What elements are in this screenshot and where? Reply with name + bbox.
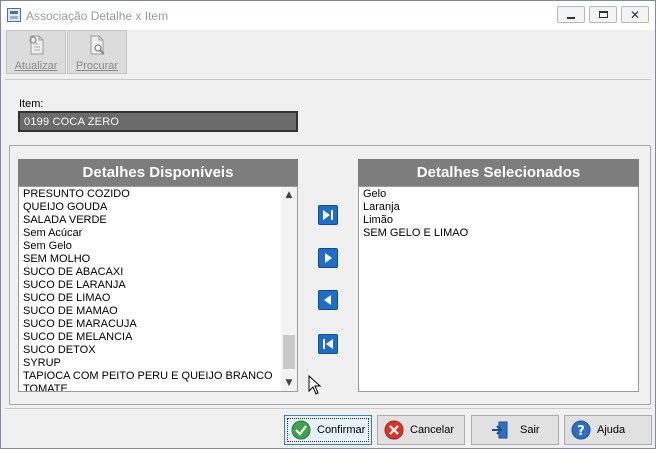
cancelar-label: Cancelar [410, 424, 455, 436]
mouse-cursor-icon [308, 375, 322, 395]
toolbar-divider [5, 79, 651, 80]
list-item[interactable]: SYRUP [23, 357, 273, 370]
selected-details-header: Detalhes Selecionados [358, 159, 639, 186]
svg-text:?: ? [577, 424, 585, 439]
sair-label: Sair [520, 424, 540, 436]
skip-back-icon [323, 339, 333, 349]
cancelar-button[interactable]: Cancelar [377, 415, 465, 445]
scroll-up-icon[interactable]: ▲ [281, 187, 297, 203]
list-item[interactable]: PRESUNTO COZIDO [23, 188, 273, 201]
list-item[interactable]: TAPIOCA COM PEITO PERU E QUEIJO BRANCO [23, 370, 273, 383]
item-field[interactable]: 0199 COCA ZERO [18, 111, 298, 132]
procurar-button[interactable]: Procurar [67, 30, 127, 74]
list-item[interactable]: Limão [363, 214, 468, 227]
exit-door-icon [492, 421, 508, 439]
selected-details-list[interactable]: Gelo Laranja Limão SEM GELO E LIMAO [358, 186, 639, 392]
list-item[interactable]: Sem Gelo [23, 240, 273, 253]
move-left-button[interactable] [318, 290, 338, 310]
list-item[interactable]: SEM MOLHO [23, 253, 273, 266]
scroll-thumb[interactable] [283, 335, 295, 369]
button-bar: Confirmar Cancelar Sair ? Ajuda [1, 410, 655, 448]
close-button[interactable]: ✕ [621, 6, 649, 23]
atualizar-button[interactable]: Atualizar [6, 30, 66, 74]
minimize-icon [567, 16, 575, 19]
list-item[interactable]: SUCO DE LIMAO [23, 292, 273, 305]
play-right-icon [325, 253, 332, 263]
ajuda-button[interactable]: ? Ajuda [564, 415, 652, 445]
list-item[interactable]: Sem Acúcar [23, 227, 273, 240]
confirmar-button[interactable]: Confirmar [284, 415, 372, 445]
available-items: PRESUNTO COZIDO QUEIJO GOUDA SALADA VERDE S… [23, 188, 273, 391]
list-item[interactable]: SALADA VERDE [23, 214, 273, 227]
list-item[interactable]: SEM GELO E LIMAO [363, 227, 468, 240]
move-all-right-button[interactable] [318, 205, 338, 225]
list-item[interactable]: SUCO DE MELANCIA [23, 331, 273, 344]
move-right-button[interactable] [318, 248, 338, 268]
minimize-button[interactable] [557, 6, 585, 23]
atualizar-label: Atualizar [14, 60, 58, 72]
available-scrollbar[interactable]: ▲ ▼ [281, 187, 297, 391]
footer-divider [5, 408, 651, 409]
list-item[interactable]: SUCO DETOX [23, 344, 273, 357]
procurar-label: Procurar [75, 60, 119, 72]
refresh-document-icon [29, 35, 44, 55]
list-item[interactable]: Gelo [363, 188, 468, 201]
cancel-circle-icon [384, 420, 404, 440]
scroll-down-icon[interactable]: ▼ [281, 375, 297, 391]
list-item[interactable]: SUCO DE ABACAXI [23, 266, 273, 279]
window-title: Associação Detalhe x Item [26, 9, 169, 23]
help-circle-icon: ? [571, 420, 591, 440]
item-label: Item: [19, 98, 44, 110]
confirmar-label: Confirmar [317, 424, 366, 436]
check-circle-icon [291, 420, 311, 440]
play-left-icon [324, 295, 331, 305]
list-item[interactable]: SUCO DE LARANJA [23, 279, 273, 292]
list-item[interactable]: SUCO DE MARACUJA [23, 318, 273, 331]
skip-forward-icon [323, 210, 333, 220]
app-icon [7, 8, 21, 22]
close-icon: ✕ [629, 7, 641, 22]
maximize-button[interactable] [589, 6, 617, 23]
ajuda-label: Ajuda [597, 424, 626, 436]
maximize-icon [598, 11, 608, 18]
dialog-window: Associação Detalhe x Item ✕ Atualizar Pr… [0, 0, 656, 449]
available-details-list[interactable]: PRESUNTO COZIDO QUEIJO GOUDA SALADA VERDE S… [18, 186, 298, 392]
available-details-header: Detalhes Disponíveis [18, 159, 298, 186]
title-bar[interactable]: Associação Detalhe x Item ✕ [1, 1, 655, 30]
selected-items: Gelo Laranja Limão SEM GELO E LIMAO [363, 188, 468, 240]
move-all-left-button[interactable] [318, 334, 338, 354]
search-document-icon [90, 35, 105, 55]
list-item[interactable]: QUEIJO GOUDA [23, 201, 273, 214]
toolbar: Atualizar Procurar [5, 30, 651, 76]
list-item[interactable]: TOMATE [23, 383, 273, 391]
sair-button[interactable]: Sair [471, 415, 559, 445]
list-item[interactable]: SUCO DE MAMAO [23, 305, 273, 318]
list-item[interactable]: Laranja [363, 201, 468, 214]
